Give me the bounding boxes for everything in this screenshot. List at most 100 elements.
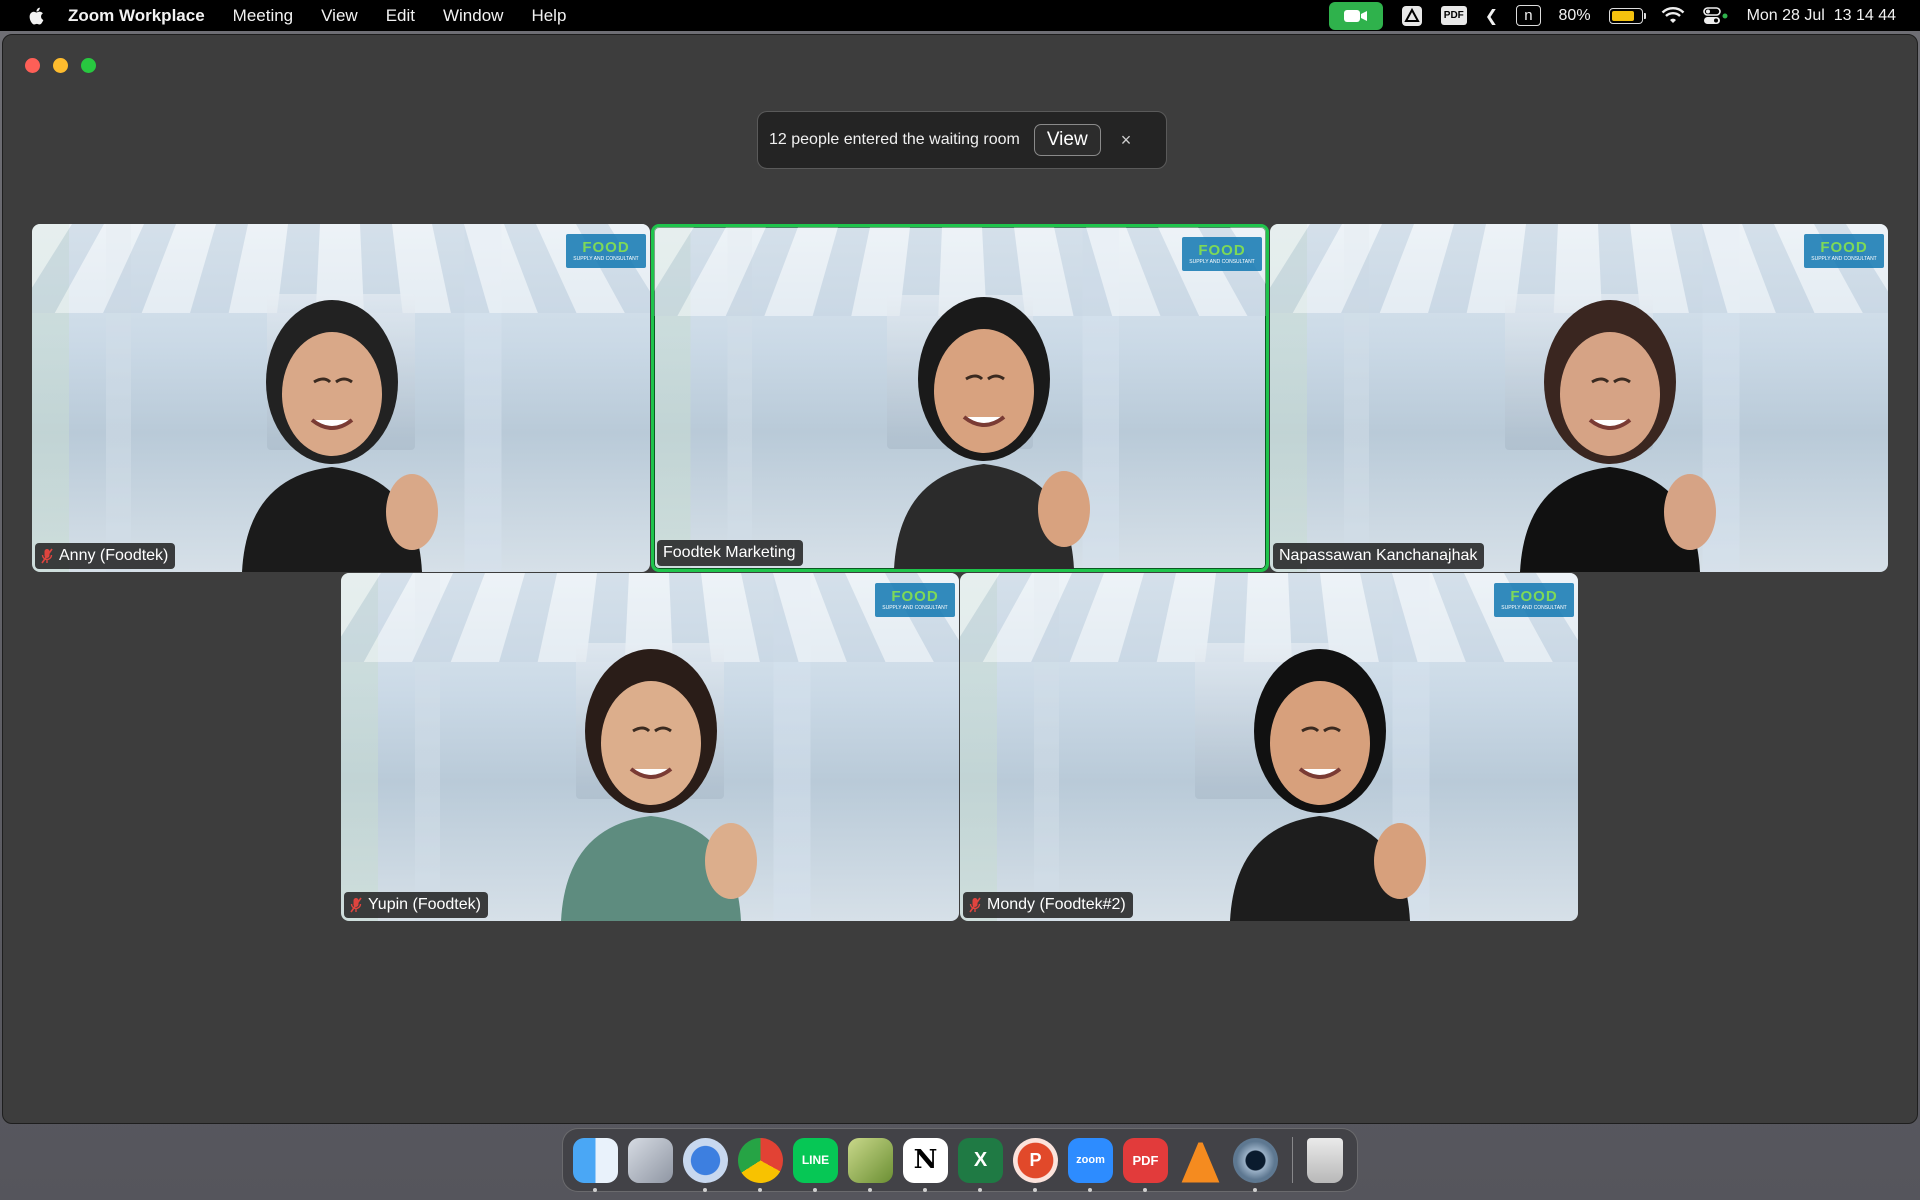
- running-indicator: [1198, 1188, 1202, 1192]
- logo-tagline: SUPPLY AND CONSULTANT: [573, 255, 639, 262]
- menu-edit[interactable]: Edit: [386, 6, 415, 26]
- dock-app-notion-icon[interactable]: N: [903, 1137, 948, 1192]
- participant-video-feed: [894, 297, 1090, 569]
- dock-app-thunderbird-icon[interactable]: [683, 1137, 728, 1192]
- menu-clock[interactable]: Mon 28 Jul 13 14 44: [1747, 7, 1896, 25]
- muted-mic-icon: [350, 897, 362, 913]
- participant-video-tile[interactable]: FOOD SUPPLY AND CONSULTANT Anny (Foodtek…: [32, 224, 650, 572]
- window-controls: [25, 58, 96, 73]
- participant-video-feed: [1230, 649, 1426, 921]
- logo-tagline: SUPPLY AND CONSULTANT: [882, 604, 948, 611]
- dock-app-line-icon[interactable]: LINE: [793, 1137, 838, 1192]
- participant-name: Mondy (Foodtek#2): [987, 896, 1126, 913]
- menu-app-name[interactable]: Zoom Workplace: [68, 6, 205, 26]
- dock-app-pdf-expert-icon[interactable]: PDF: [1123, 1137, 1168, 1192]
- dock-app-powerpoint-icon[interactable]: P: [1013, 1137, 1058, 1192]
- participant-video-feed: [1520, 300, 1716, 572]
- dock-app-scrivener-icon[interactable]: [848, 1137, 893, 1192]
- logo-word: FOOD: [1820, 238, 1868, 256]
- status-area: PDF ❮ n 80% Mon 28 Jul 13 14 44: [1328, 0, 1896, 31]
- running-indicator: [1253, 1187, 1257, 1192]
- n-menu-label: n: [1516, 5, 1541, 26]
- drive-icon[interactable]: [1401, 5, 1423, 27]
- participant-video-tile[interactable]: FOOD SUPPLY AND CONSULTANT Foodtek Marke…: [651, 224, 1269, 572]
- view-waiting-room-button[interactable]: View: [1033, 124, 1101, 156]
- dock-app-excel-icon[interactable]: X: [958, 1137, 1003, 1192]
- foodtek-logo: FOOD SUPPLY AND CONSULTANT: [1804, 234, 1884, 268]
- dock-app-trash-icon[interactable]: [1307, 1137, 1343, 1183]
- minimize-window-button[interactable]: [53, 58, 68, 73]
- running-indicator: [978, 1187, 982, 1192]
- dock-app-quicktime-icon[interactable]: [1233, 1137, 1278, 1192]
- battery-icon[interactable]: [1608, 7, 1646, 24]
- muted-mic-icon: [969, 897, 981, 913]
- menu-meeting[interactable]: Meeting: [233, 6, 293, 26]
- zoom-video-status-icon[interactable]: [1328, 1, 1383, 30]
- logo-tagline: SUPPLY AND CONSULTANT: [1189, 258, 1255, 265]
- menu-window[interactable]: Window: [443, 6, 503, 26]
- dock-app-finder-icon[interactable]: [573, 1137, 618, 1192]
- logo-tagline: SUPPLY AND CONSULTANT: [1811, 255, 1877, 262]
- battery-fill: [1611, 10, 1634, 21]
- close-notification-icon[interactable]: ×: [1121, 130, 1132, 151]
- pdf-menu-label: PDF: [1440, 6, 1467, 25]
- dock-app-vlc-icon[interactable]: [1181, 1137, 1220, 1183]
- logo-word: FOOD: [582, 238, 630, 256]
- participant-name-tag: Foodtek Marketing: [657, 540, 803, 566]
- logo-word: FOOD: [891, 587, 939, 605]
- participant-video-tile[interactable]: FOOD SUPPLY AND CONSULTANT Mondy (Foodte…: [960, 573, 1578, 921]
- foodtek-logo: FOOD SUPPLY AND CONSULTANT: [875, 583, 955, 617]
- pdf-menu-icon[interactable]: PDF: [1440, 6, 1467, 25]
- wifi-icon[interactable]: [1661, 6, 1685, 25]
- running-indicator: [868, 1187, 872, 1192]
- running-indicator: [703, 1187, 707, 1192]
- participant-name-tag: Mondy (Foodtek#2): [963, 892, 1133, 918]
- logo-word: FOOD: [1198, 241, 1246, 259]
- participant-name-tag: Anny (Foodtek): [35, 543, 176, 569]
- foodtek-logo: FOOD SUPPLY AND CONSULTANT: [1182, 237, 1262, 271]
- running-indicator: [1143, 1187, 1147, 1192]
- dock-app-label: PDF: [1132, 1152, 1159, 1168]
- waiting-room-message: 12 people entered the waiting room: [769, 131, 1020, 148]
- dock-app-label: N: [913, 1145, 938, 1175]
- battery-percent: 80%: [1558, 6, 1591, 24]
- running-indicator: [1033, 1187, 1037, 1192]
- dock-app-label: LINE: [801, 1153, 830, 1167]
- menu-view[interactable]: View: [321, 6, 358, 26]
- menu-bar: Zoom Workplace Meeting View Edit Window …: [0, 0, 1920, 31]
- participant-video-feed: [242, 300, 438, 572]
- foodtek-logo: FOOD SUPPLY AND CONSULTANT: [566, 234, 646, 268]
- foodtek-logo: FOOD SUPPLY AND CONSULTANT: [1494, 583, 1574, 617]
- participant-name: Napassawan Kanchanajhak: [1279, 547, 1478, 564]
- participant-video-tile[interactable]: FOOD SUPPLY AND CONSULTANT Yupin (Foodte…: [341, 573, 959, 921]
- close-window-button[interactable]: [25, 58, 40, 73]
- participant-name: Anny (Foodtek): [59, 547, 169, 564]
- running-indicator: [923, 1187, 927, 1192]
- logo-word: FOOD: [1510, 587, 1558, 605]
- control-center-icon[interactable]: [1702, 6, 1729, 25]
- participant-video-feed: [561, 649, 757, 921]
- chevron-left-icon[interactable]: ❮: [1485, 6, 1498, 26]
- menu-help[interactable]: Help: [531, 6, 566, 26]
- dock-app-label: zoom: [1076, 1154, 1105, 1166]
- n-menu-icon[interactable]: n: [1516, 5, 1541, 26]
- participant-name-tag: Napassawan Kanchanajhak: [1273, 543, 1485, 569]
- dock-app-zoom-icon[interactable]: zoom: [1068, 1137, 1113, 1192]
- apple-icon[interactable]: [26, 5, 48, 27]
- participant-name-tag: Yupin (Foodtek): [344, 892, 488, 918]
- dock-separator: [1292, 1137, 1293, 1183]
- running-indicator: [813, 1187, 817, 1192]
- dock-app-label: P: [1029, 1149, 1042, 1170]
- logo-tagline: SUPPLY AND CONSULTANT: [1501, 604, 1567, 611]
- muted-mic-icon: [41, 548, 53, 564]
- waiting-room-notification: 12 people entered the waiting room View …: [757, 111, 1167, 169]
- running-indicator: [758, 1187, 762, 1192]
- fullscreen-window-button[interactable]: [81, 58, 96, 73]
- participant-video-tile[interactable]: FOOD SUPPLY AND CONSULTANT Napassawan Ka…: [1270, 224, 1888, 572]
- running-indicator: [593, 1187, 597, 1192]
- participant-name: Yupin (Foodtek): [368, 896, 481, 913]
- dock: LINE N X Pzoom PDF: [562, 1128, 1358, 1192]
- dock-app-chrome-icon[interactable]: [738, 1137, 783, 1192]
- running-indicator: [1088, 1187, 1092, 1192]
- dock-app-launchpad-icon[interactable]: [628, 1137, 673, 1183]
